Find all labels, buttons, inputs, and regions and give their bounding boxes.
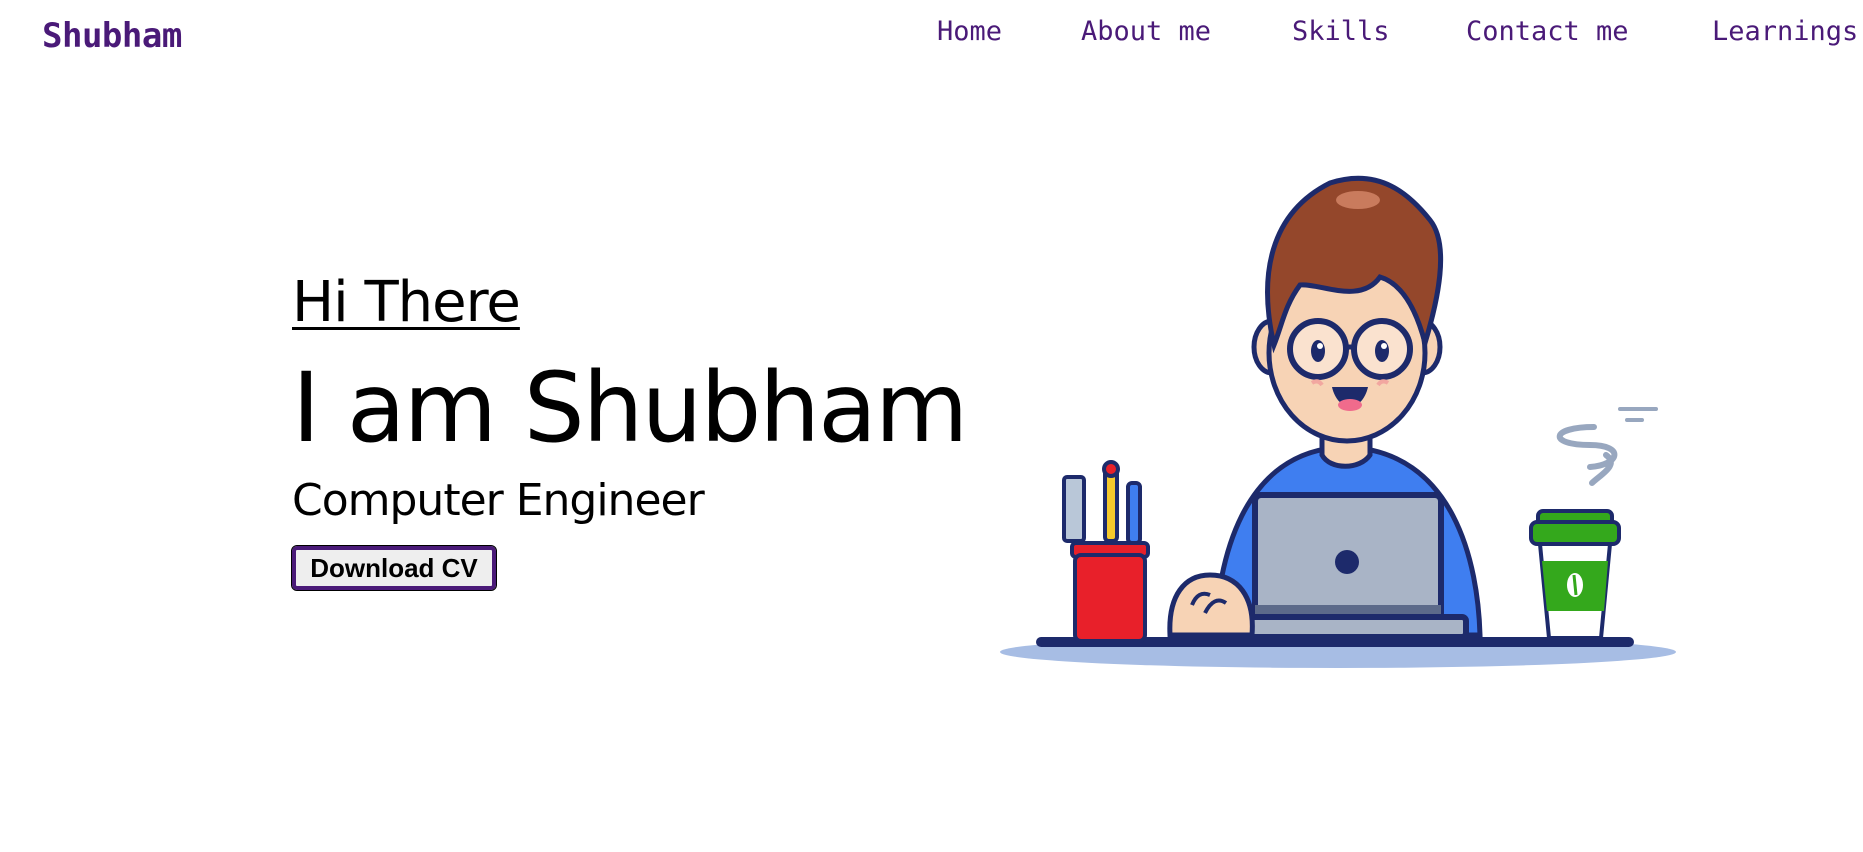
developer-illustration	[1000, 165, 1690, 685]
nav-learnings-link[interactable]: Learnings	[1712, 16, 1858, 47]
developer-at-laptop-icon	[1000, 175, 1676, 668]
nav-menu: Home About me Skills Contact me Learning…	[900, 16, 1863, 56]
coffee-cup-icon	[1529, 509, 1621, 640]
brand-logo[interactable]: Shubham	[42, 16, 182, 56]
hero-greeting: Hi There	[292, 270, 521, 335]
hero-role: Computer Engineer	[292, 475, 705, 526]
hero-headline: I am Shubham	[292, 352, 968, 464]
nav-skills-link[interactable]: Skills	[1292, 16, 1390, 47]
download-cv-button[interactable]: Download CV	[291, 545, 497, 591]
nav-contact-link[interactable]: Contact me	[1466, 16, 1629, 47]
nav-home-link[interactable]: Home	[937, 16, 1002, 47]
pencil-holder-icon	[1062, 460, 1150, 643]
nav-about-link[interactable]: About me	[1081, 16, 1211, 47]
laptop-icon	[1227, 492, 1469, 640]
navbar: Shubham Home About me Skills Contact me …	[0, 0, 1863, 80]
